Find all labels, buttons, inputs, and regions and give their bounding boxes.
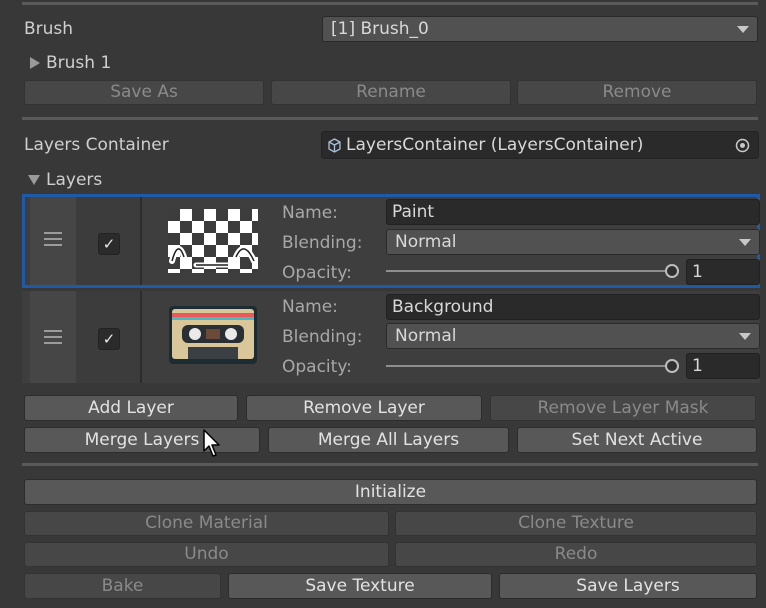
transparent-paint-strokes: [168, 209, 258, 273]
blending-label: Blending:: [282, 233, 363, 253]
hamburger-icon: [44, 330, 62, 332]
hamburger-icon-line: [44, 336, 62, 338]
cube-icon: [328, 138, 341, 153]
remove-brush-button[interactable]: Remove: [517, 80, 757, 105]
visibility-column: ✓: [76, 197, 142, 285]
remove-layer-mask-button[interactable]: Remove Layer Mask: [490, 395, 756, 421]
save-texture-button[interactable]: Save Texture: [228, 573, 492, 599]
layer-item-background[interactable]: ✓ Name: Background Blending: Normal Opac…: [22, 291, 760, 383]
add-layer-button[interactable]: Add Layer: [24, 395, 238, 421]
cassette-tape-image: [169, 306, 257, 364]
opacity-label: Opacity:: [282, 263, 352, 283]
clone-texture-button[interactable]: Clone Texture: [395, 511, 757, 536]
opacity-slider-knob[interactable]: [665, 359, 679, 373]
chevron-down-icon: [739, 333, 751, 340]
opacity-slider-track[interactable]: [386, 270, 672, 272]
brush-label: Brush: [24, 19, 74, 39]
name-label: Name:: [282, 203, 338, 223]
merge-layers-button[interactable]: Merge Layers: [24, 427, 260, 453]
layers-container-field[interactable]: LayersContainer (LayersContainer): [321, 131, 759, 159]
opacity-field[interactable]: 1: [686, 353, 760, 379]
brush-dropdown-value: [1] Brush_0: [331, 19, 429, 39]
name-label: Name:: [282, 297, 338, 317]
foldout-expanded-icon[interactable]: [28, 175, 40, 185]
hamburger-icon-line: [44, 342, 62, 344]
chevron-down-icon: [737, 26, 749, 33]
hamburger-icon: [44, 232, 62, 234]
drag-handle[interactable]: [30, 197, 76, 285]
blending-label: Blending:: [282, 327, 363, 347]
mouse-cursor-icon: [203, 429, 220, 457]
clone-material-button[interactable]: Clone Material: [24, 511, 389, 536]
layer-item-paint[interactable]: ✓ Name: Paint Blending: Normal Opacity: …: [22, 194, 760, 288]
drag-handle[interactable]: [30, 291, 76, 383]
merge-all-layers-button[interactable]: Merge All Layers: [268, 427, 509, 453]
save-as-button[interactable]: Save As: [24, 80, 264, 105]
hamburger-icon-line: [44, 238, 62, 240]
blending-value: Normal: [395, 232, 457, 252]
undo-button[interactable]: Undo: [24, 542, 389, 567]
layer-visible-checkbox[interactable]: ✓: [98, 233, 120, 255]
section-separator: [22, 117, 758, 120]
set-next-active-button[interactable]: Set Next Active: [517, 427, 757, 453]
rename-button[interactable]: Rename: [271, 80, 511, 105]
layers-foldout-label[interactable]: Layers: [46, 170, 102, 190]
initialize-button[interactable]: Initialize: [24, 479, 757, 505]
opacity-field[interactable]: 1: [686, 259, 760, 285]
layers-container-value: LayersContainer (LayersContainer): [346, 135, 644, 155]
visibility-column: ✓: [76, 291, 142, 383]
brush-dropdown[interactable]: [1] Brush_0: [322, 16, 758, 42]
blending-dropdown[interactable]: Normal: [386, 323, 760, 349]
blending-dropdown[interactable]: Normal: [386, 229, 760, 255]
brush-foldout-label[interactable]: Brush 1: [46, 53, 111, 73]
layer-thumbnail-background: [168, 305, 258, 365]
bake-button[interactable]: Bake: [24, 573, 221, 599]
blending-value: Normal: [395, 326, 457, 346]
redo-button[interactable]: Redo: [395, 542, 757, 567]
section-separator: [22, 463, 758, 466]
foldout-collapsed-icon[interactable]: [30, 57, 40, 69]
layer-name-field[interactable]: Background: [386, 294, 760, 320]
top-separator: [22, 2, 758, 5]
opacity-slider-track[interactable]: [386, 365, 672, 367]
object-picker-icon[interactable]: [735, 138, 750, 153]
layer-thumbnail-paint: [168, 209, 258, 273]
remove-layer-button[interactable]: Remove Layer: [246, 395, 482, 421]
save-layers-button[interactable]: Save Layers: [499, 573, 757, 599]
hamburger-icon-line: [44, 244, 62, 246]
opacity-label: Opacity:: [282, 357, 352, 377]
layer-visible-checkbox[interactable]: ✓: [98, 328, 120, 350]
layer-name-field[interactable]: Paint: [386, 199, 760, 225]
opacity-slider-knob[interactable]: [665, 264, 679, 278]
layers-container-label: Layers Container: [24, 135, 169, 155]
chevron-down-icon: [739, 239, 751, 246]
